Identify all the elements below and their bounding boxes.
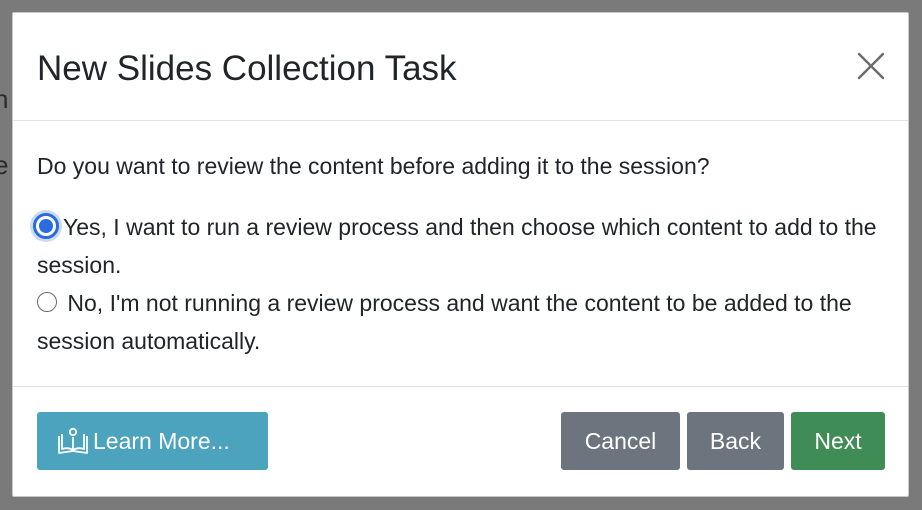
close-icon [857, 52, 885, 80]
next-button[interactable]: Next [791, 412, 885, 470]
modal-header: New Slides Collection Task [13, 13, 908, 121]
modal-dialog: New Slides Collection Task Do you want t… [12, 12, 909, 497]
cancel-button[interactable]: Cancel [561, 412, 680, 470]
radio-checked[interactable] [33, 212, 59, 239]
backdrop-text-fragment: e [0, 150, 9, 180]
review-question: Do you want to review the content before… [37, 153, 710, 179]
radio-option-review-yes[interactable]: Yes, I want to run a review process and … [33, 208, 887, 284]
learn-more-button[interactable]: Learn More... [37, 412, 268, 470]
book-icon [58, 427, 88, 454]
learn-more-label: Learn More... [93, 428, 230, 454]
modal-title: New Slides Collection Task [37, 49, 457, 88]
radio-unchecked[interactable] [37, 291, 57, 312]
radio-option-label: No, I'm not running a review process and… [37, 290, 852, 354]
radio-option-label: Yes, I want to run a review process and … [37, 214, 877, 278]
close-button[interactable] [856, 51, 886, 81]
radio-option-review-no[interactable]: No, I'm not running a review process and… [37, 284, 887, 360]
modal-body: Do you want to review the content before… [13, 121, 908, 387]
back-button[interactable]: Back [687, 412, 784, 470]
backdrop-text-fragment: h [0, 84, 9, 114]
modal-footer: Learn More... Cancel Back Next [13, 388, 908, 498]
